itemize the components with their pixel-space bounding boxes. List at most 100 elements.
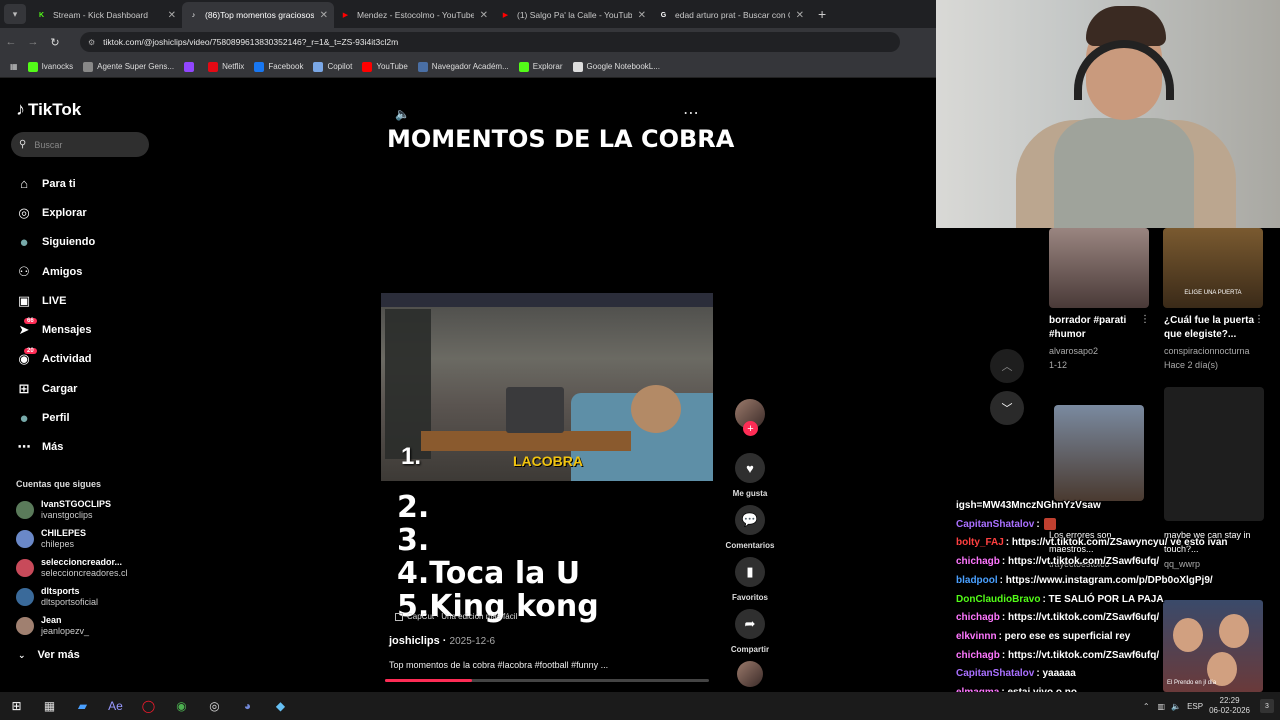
follow-plus-icon[interactable]: +	[743, 421, 758, 436]
bookmark[interactable]: Copilot	[313, 61, 352, 72]
bookmark[interactable]	[184, 61, 198, 72]
bookmark[interactable]: Google NotebookL...	[572, 61, 660, 72]
sidebar-item-actividad[interactable]: ◉ 20 Actividad	[16, 345, 156, 374]
chrome-icon[interactable]: ◉	[165, 692, 198, 720]
opera-icon[interactable]: ◯	[132, 692, 165, 720]
network-icon[interactable]: ▥	[1158, 702, 1166, 711]
steam-icon[interactable]: ◆	[264, 692, 297, 720]
tab-close-icon[interactable]: ✕	[638, 10, 646, 21]
chat-username[interactable]: DonClaudioBravo	[956, 594, 1040, 605]
language-indicator[interactable]: ESP	[1187, 702, 1203, 711]
tiktok-logo[interactable]: ♪ TikTok	[16, 99, 81, 120]
browser-tab[interactable]: Gedad arturo prat - Buscar con Go ✕	[652, 2, 810, 28]
tab-close-icon[interactable]: ✕	[320, 10, 328, 21]
search-input[interactable]: ⚲ Buscar	[11, 132, 149, 157]
browser-tab[interactable]: K Stream - Kick Dashboard ✕	[30, 2, 182, 28]
browser-tab[interactable]: ▶ (1) Salgo Pa' la Calle - YouTube ✕	[494, 2, 652, 28]
rec-title[interactable]: ¿Cuál fue la puerta que elegiste?...	[1164, 314, 1260, 342]
store-icon[interactable]: ▰	[66, 692, 99, 720]
url-field[interactable]: ⚙ tiktok.com/@joshiclips/video/758089961…	[80, 32, 900, 52]
task-view-icon[interactable]: ▦	[33, 692, 66, 720]
followed-account[interactable]: IvanSTGOCLIPS ivanstgoclips	[16, 496, 156, 524]
forward-button[interactable]: →	[22, 36, 44, 48]
obs-icon[interactable]: ◎	[198, 692, 231, 720]
clock[interactable]: 22:29 06-02-2026	[1209, 696, 1250, 716]
followed-account[interactable]: dltsports dltsportsoficial	[16, 583, 156, 611]
rec-thumbnail[interactable]: ELIGE UNA PUERTA	[1163, 228, 1263, 308]
rec-thumbnail[interactable]	[1054, 405, 1144, 501]
capcut-tag[interactable]: CapCut · Una edición más fácil	[395, 612, 517, 621]
notifications-icon[interactable]: 3	[1260, 699, 1274, 713]
tab-close-icon[interactable]: ✕	[796, 10, 804, 21]
rec-thumbnail[interactable]	[1049, 228, 1149, 308]
share-button[interactable]: ➦ Compartir	[722, 609, 778, 654]
tab-close-icon[interactable]: ✕	[168, 10, 176, 21]
bookmark[interactable]: Agente Super Gens...	[83, 61, 174, 72]
sidebar-item-ms[interactable]: ⋯ Más	[16, 433, 156, 462]
site-info-icon[interactable]: ⚙	[88, 38, 95, 47]
comment-button[interactable]: 💬 Comentarios	[722, 505, 778, 550]
new-tab-button[interactable]: +	[818, 6, 826, 22]
sidebar-item-explorar[interactable]: ◎ Explorar	[16, 198, 156, 227]
video-description[interactable]: Top momentos de la cobra #lacobra #footb…	[389, 660, 608, 670]
sidebar-item-live[interactable]: ▣ LIVE	[16, 286, 156, 315]
bookmark-button[interactable]: ▮ Favoritos	[722, 557, 778, 602]
rec-title[interactable]: borrador #parati #humor	[1049, 314, 1149, 342]
video-progress-bar[interactable]	[385, 679, 709, 682]
chat-username[interactable]: chichagb	[956, 612, 1000, 623]
chat-username[interactable]: chichagb	[956, 650, 1000, 661]
sidebar-item-amigos[interactable]: ⚇ Amigos	[16, 257, 156, 286]
rec-more-icon[interactable]: ⋮	[1140, 314, 1150, 325]
rec-author[interactable]: alvarosapo2	[1049, 345, 1098, 358]
tab-search-button[interactable]: ▾	[4, 4, 26, 24]
sidebar-item-mensajes[interactable]: ➤ 66 Mensajes	[16, 315, 156, 344]
chat-username[interactable]: bladpool	[956, 575, 998, 586]
bookmark[interactable]: Ivanocks	[27, 61, 73, 72]
creator-avatar[interactable]: +	[735, 399, 765, 436]
bookmark[interactable]: Explorar	[518, 61, 563, 72]
video-player[interactable]: 🔈 ⋯ MOMENTOS DE LA COBRA 1. LACOBRA 2. 3.…	[381, 103, 734, 683]
after-effects-icon[interactable]: Ae	[99, 692, 132, 720]
followed-account[interactable]: seleccioncreador... seleccioncreadores.cl	[16, 554, 156, 582]
tray-chevron-icon[interactable]: ⌃	[1143, 702, 1150, 711]
bookmark[interactable]: Navegador Académ...	[417, 61, 509, 72]
chat-username[interactable]: CapitanShatalov	[956, 668, 1034, 679]
sound-avatar[interactable]	[737, 661, 763, 687]
bookmark[interactable]: YouTube	[362, 61, 408, 72]
sidebar-item-perfil[interactable]: ● Perfil	[16, 403, 156, 432]
sidebar-item-parati[interactable]: ⌂ Para ti	[16, 169, 156, 198]
action-label: Favoritos	[731, 593, 768, 602]
video-more-options-icon[interactable]: ⋯	[683, 103, 699, 123]
bookmark-icon	[208, 61, 219, 72]
chat-username[interactable]: chichagb	[956, 556, 1000, 567]
volume-tray-icon[interactable]: 🔈	[1171, 702, 1181, 711]
back-button[interactable]: ←	[0, 36, 22, 48]
chat-text: : TE SALIÓ POR LA PAJA	[1042, 593, 1164, 605]
rec-more-icon[interactable]: ⋮	[1254, 314, 1264, 325]
tab-close-icon[interactable]: ✕	[480, 10, 488, 21]
windows-icon[interactable]: ⊞	[0, 692, 33, 720]
browser-tab[interactable]: ♪ (86)Top momentos graciosos ✕	[182, 2, 334, 28]
chat-username[interactable]: CapitanShatalov	[956, 519, 1034, 530]
previous-video-button[interactable]: ︿	[990, 349, 1024, 383]
chat-message: DonClaudioBravo: TE SALIÓ POR LA PAJA	[956, 591, 1280, 610]
bookmark[interactable]: Facebook	[254, 61, 303, 72]
followed-account[interactable]: CHILEPES chilepes	[16, 525, 156, 553]
discord-icon[interactable]: ◕	[231, 692, 264, 720]
rec-author[interactable]: conspiracionnocturna	[1164, 345, 1250, 358]
browser-tab[interactable]: ▶ Mendez - Estocolmo - YouTube ✕	[334, 2, 494, 28]
see-more-button[interactable]: ⌄ Ver más	[18, 649, 80, 661]
chat-username[interactable]: elkvinnn	[956, 631, 997, 642]
next-video-button[interactable]: ﹀	[990, 391, 1024, 425]
bookmark[interactable]: Netflix	[208, 61, 244, 72]
video-author[interactable]: joshiclips · 2025-12-6	[389, 635, 495, 647]
sidebar-item-siguiendo[interactable]: ● Siguiendo	[16, 228, 156, 257]
volume-icon[interactable]: 🔈	[395, 107, 410, 121]
apps-icon[interactable]: ▦	[10, 62, 18, 71]
followed-account[interactable]: Jean jeanlopezv_	[16, 612, 156, 640]
heart-button[interactable]: ♥ Me gusta	[722, 453, 778, 498]
chat-username[interactable]: bolty_FAJ	[956, 537, 1004, 548]
sidebar-item-cargar[interactable]: ⊞ Cargar	[16, 374, 156, 403]
video-progress-fill	[385, 679, 473, 682]
reload-button[interactable]: ↻	[44, 36, 66, 49]
